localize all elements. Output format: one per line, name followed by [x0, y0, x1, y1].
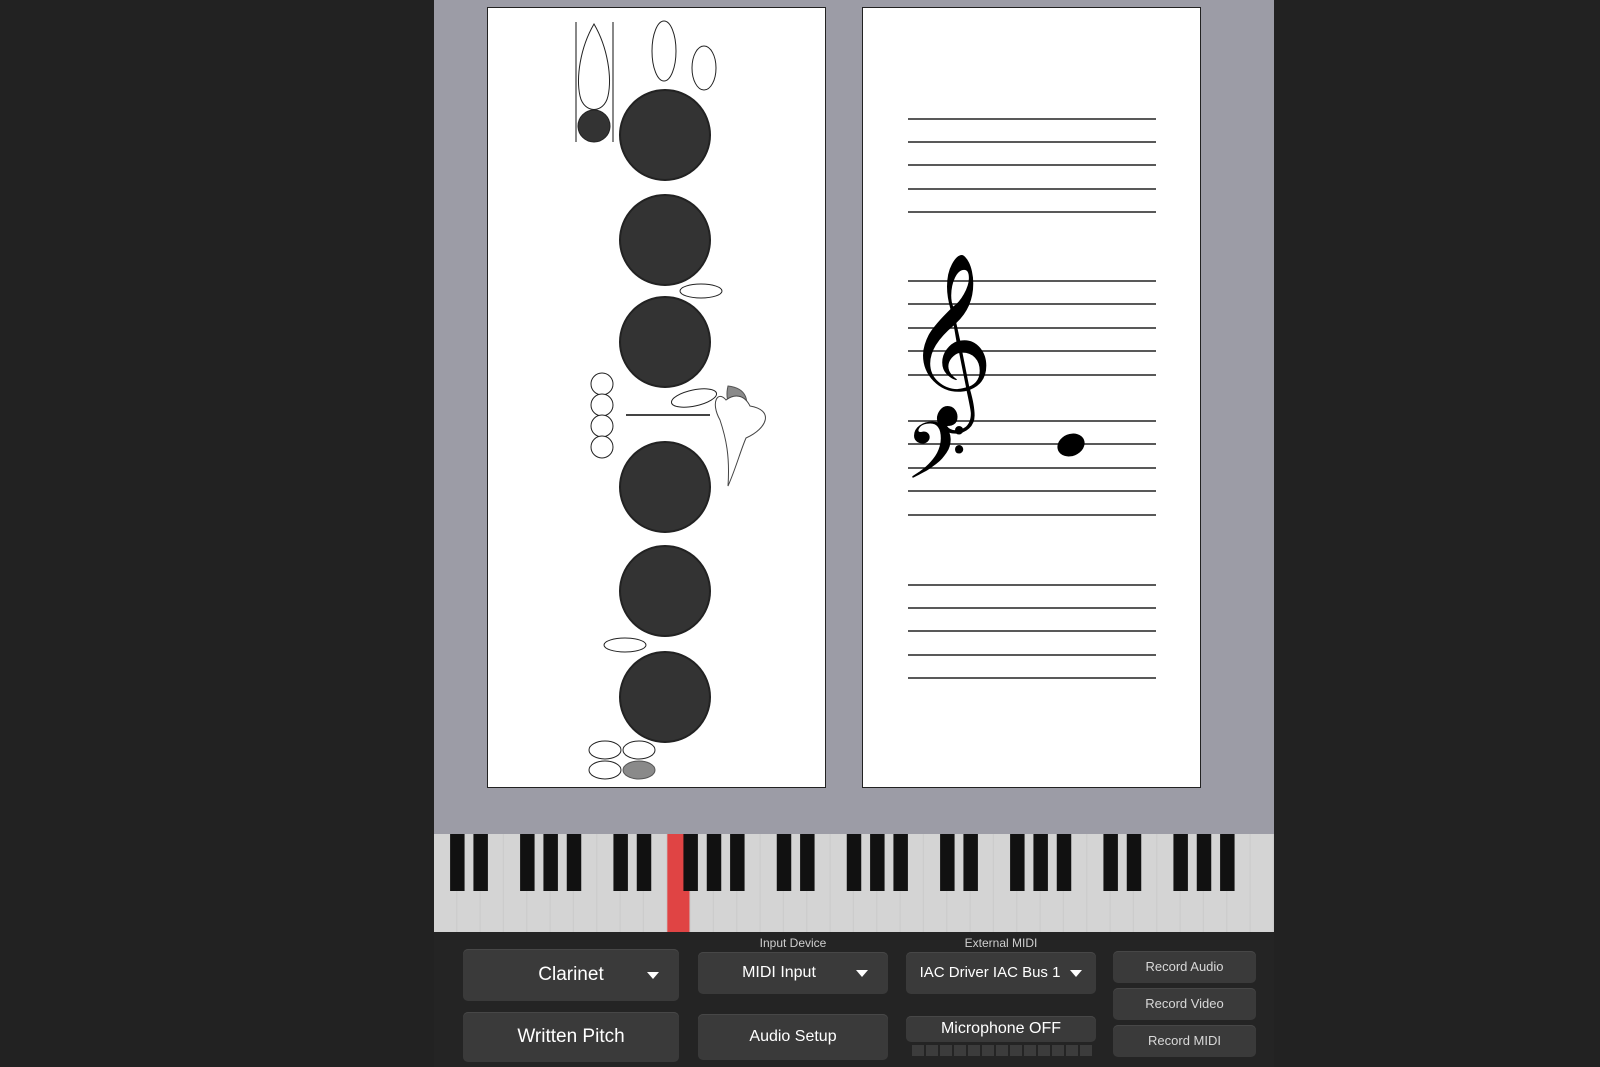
- side-key-4[interactable]: [590, 435, 614, 459]
- chevron-down-icon: [647, 972, 659, 979]
- whole-note: [1057, 433, 1085, 457]
- lower-ledger-staff: [908, 584, 1156, 679]
- grand-staff: 𝄞 𝄢: [905, 118, 1156, 679]
- record-audio-button[interactable]: Record Audio: [1113, 951, 1256, 983]
- trill-key-upper-1[interactable]: [651, 20, 677, 82]
- black-key[interactable]: [566, 834, 582, 891]
- black-key[interactable]: [1103, 834, 1118, 891]
- instrument-select[interactable]: Clarinet: [463, 949, 679, 1001]
- app-window: 𝄞 𝄢 Clarinet Written Pitch Input Device …: [434, 0, 1274, 1067]
- hole-5[interactable]: [619, 545, 711, 637]
- staff-panel: 𝄞 𝄢: [862, 7, 1201, 788]
- trill-key-upper-2[interactable]: [691, 45, 717, 91]
- hole-6[interactable]: [619, 651, 711, 743]
- black-key[interactable]: [520, 834, 535, 891]
- side-key-1[interactable]: [590, 372, 614, 396]
- thumb-hole[interactable]: [577, 109, 611, 143]
- written-pitch-label: Written Pitch: [517, 1026, 625, 1047]
- black-key[interactable]: [613, 834, 628, 891]
- black-key[interactable]: [1196, 834, 1212, 891]
- microphone-toggle-button[interactable]: Microphone OFF: [906, 1016, 1096, 1042]
- black-key[interactable]: [1173, 834, 1188, 891]
- fingering-chart-panel: [487, 7, 826, 788]
- record-midi-button[interactable]: Record MIDI: [1113, 1025, 1256, 1057]
- black-key[interactable]: [800, 834, 815, 891]
- black-key[interactable]: [1126, 834, 1142, 891]
- side-key-lever[interactable]: [714, 395, 766, 487]
- record-midi-label: Record MIDI: [1148, 1033, 1221, 1048]
- pinky-key-top-right[interactable]: [622, 740, 656, 760]
- black-key[interactable]: [706, 834, 722, 891]
- chevron-down-icon: [1070, 970, 1082, 977]
- black-key[interactable]: [450, 834, 465, 891]
- written-pitch-button[interactable]: Written Pitch: [463, 1012, 679, 1062]
- side-key-3[interactable]: [590, 414, 614, 438]
- external-midi-label: External MIDI: [964, 936, 1038, 950]
- black-key[interactable]: [1056, 834, 1072, 891]
- pinky-key-top-left[interactable]: [588, 740, 622, 760]
- record-video-label: Record Video: [1145, 996, 1224, 1011]
- input-device-label: Input Device: [759, 936, 827, 950]
- black-key[interactable]: [636, 834, 652, 891]
- external-midi-value: IAC Driver IAC Bus 1: [919, 964, 1061, 981]
- black-key[interactable]: [846, 834, 862, 891]
- black-key[interactable]: [683, 834, 698, 891]
- record-audio-label: Record Audio: [1145, 959, 1224, 974]
- ring-side-key[interactable]: [603, 637, 647, 653]
- black-key[interactable]: [940, 834, 955, 891]
- audio-setup-button[interactable]: Audio Setup: [698, 1014, 888, 1060]
- side-key-right-1[interactable]: [670, 385, 718, 410]
- register-key[interactable]: [578, 23, 610, 110]
- microphone-label: Microphone OFF: [940, 1020, 1062, 1037]
- audio-setup-label: Audio Setup: [749, 1028, 837, 1045]
- piano-keyboard[interactable]: [434, 834, 1274, 932]
- side-key-2[interactable]: [590, 393, 614, 417]
- black-key[interactable]: [963, 834, 978, 891]
- side-trill-key[interactable]: [679, 283, 723, 299]
- hole-4[interactable]: [619, 441, 711, 533]
- black-key[interactable]: [1220, 834, 1235, 891]
- hole-1[interactable]: [619, 89, 711, 181]
- black-key[interactable]: [473, 834, 488, 891]
- upper-ledger-staff: [908, 118, 1156, 213]
- clarinet-fingering-diagram: [575, 20, 766, 780]
- black-key[interactable]: [543, 834, 558, 891]
- hole-3[interactable]: [619, 296, 711, 388]
- chevron-down-icon: [856, 970, 868, 977]
- pinky-key-bottom-right[interactable]: [622, 760, 656, 780]
- external-midi-select[interactable]: IAC Driver IAC Bus 1: [906, 952, 1096, 994]
- black-key[interactable]: [893, 834, 908, 891]
- microphone-level-meter: [912, 1045, 1092, 1056]
- pinky-key-bottom-left[interactable]: [588, 760, 622, 780]
- record-video-button[interactable]: Record Video: [1113, 988, 1256, 1020]
- input-device-select[interactable]: MIDI Input: [698, 952, 888, 994]
- hole-2[interactable]: [619, 194, 711, 286]
- black-key[interactable]: [1010, 834, 1025, 891]
- bass-clef-icon: 𝄢: [905, 405, 967, 517]
- black-key[interactable]: [730, 834, 745, 891]
- black-key[interactable]: [870, 834, 885, 891]
- black-key[interactable]: [1033, 834, 1048, 891]
- black-key[interactable]: [776, 834, 792, 891]
- white-key[interactable]: [1250, 834, 1273, 932]
- piano-keys[interactable]: [434, 834, 1274, 932]
- controls-bar: Clarinet Written Pitch Input Device MIDI…: [434, 932, 1274, 1067]
